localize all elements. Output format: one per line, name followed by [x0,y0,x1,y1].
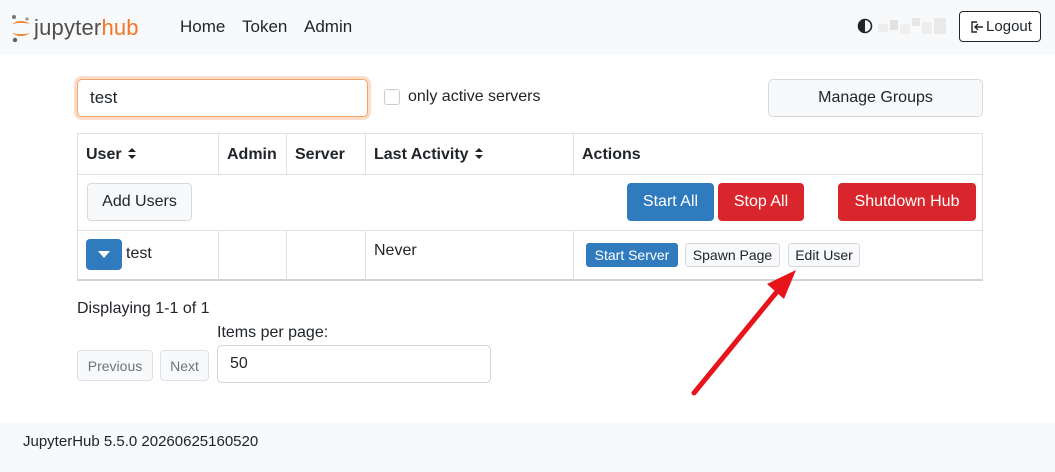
row-username: test [126,245,152,262]
user-search-input[interactable] [77,79,368,117]
version-text: JupyterHub 5.5.0 20260625160520 [23,433,259,450]
jupyterhub-logo[interactable]: jupyterhub [10,13,139,43]
cell-actions: Start Server Spawn Page Edit User [573,231,982,280]
shutdown-hub-button[interactable]: Shutdown Hub [838,183,976,221]
logo-text: jupyterhub [34,15,139,41]
manage-groups-button[interactable]: Manage Groups [768,79,983,117]
jupyter-logo-icon [12,15,30,43]
only-active-servers-checkbox[interactable] [384,89,400,105]
add-users-button[interactable]: Add Users [87,183,192,221]
edit-user-button[interactable]: Edit User [788,243,860,267]
header-user-label: User [86,146,122,163]
sort-icon[interactable] [474,147,484,160]
spawn-page-button[interactable]: Spawn Page [685,243,780,267]
cell-last-activity: Never [365,231,573,280]
start-server-button[interactable]: Start Server [586,243,678,267]
displaying-count: Displaying 1-1 of 1 [77,300,210,317]
stop-all-button[interactable]: Stop All [718,183,804,221]
header-user[interactable]: User [78,134,218,174]
header-last-activity[interactable]: Last Activity [365,134,573,174]
header-server: Server [286,134,365,174]
items-per-page-input[interactable] [217,345,491,383]
row-toggle-button[interactable] [86,239,122,270]
logo-text-hub: hub [101,15,139,40]
start-all-button[interactable]: Start All [627,183,714,221]
username-redacted [878,18,950,36]
footer: JupyterHub 5.5.0 20260625160520 [0,423,1055,472]
logo-text-jupyter: jupyter [34,15,102,40]
logout-icon [971,20,984,33]
logout-label: Logout [986,18,1032,35]
items-per-page-label: Items per page: [217,324,329,341]
navbar: jupyterhub Home Token Admin Logout [0,0,1055,55]
cell-admin [218,231,286,280]
table-header: User Admin Server Last Activity Actions [77,133,983,175]
sort-icon[interactable] [127,147,137,160]
logout-button[interactable]: Logout [959,11,1041,42]
table-row: test Never Start Server Spawn Page Edit … [77,230,983,281]
nav-token-link[interactable]: Token [242,17,287,37]
header-last-activity-label: Last Activity [374,146,469,163]
nav-home-link[interactable]: Home [180,17,225,37]
cell-server [286,231,365,280]
nav-admin-link[interactable]: Admin [304,17,352,37]
header-server-label: Server [295,146,345,163]
row-last-activity: Never [374,242,417,259]
half-circle-icon[interactable] [857,18,873,34]
only-active-servers-label: only active servers [408,88,541,105]
previous-page-button[interactable]: Previous [77,350,153,381]
bulk-actions-row: Add Users Start All Stop All Shutdown Hu… [77,175,983,230]
header-admin-label: Admin [227,146,277,163]
header-actions: Actions [573,134,982,174]
caret-down-icon [98,250,110,258]
next-page-button[interactable]: Next [160,350,209,381]
header-actions-label: Actions [582,146,641,163]
cell-user: test [78,231,218,280]
header-admin: Admin [218,134,286,174]
